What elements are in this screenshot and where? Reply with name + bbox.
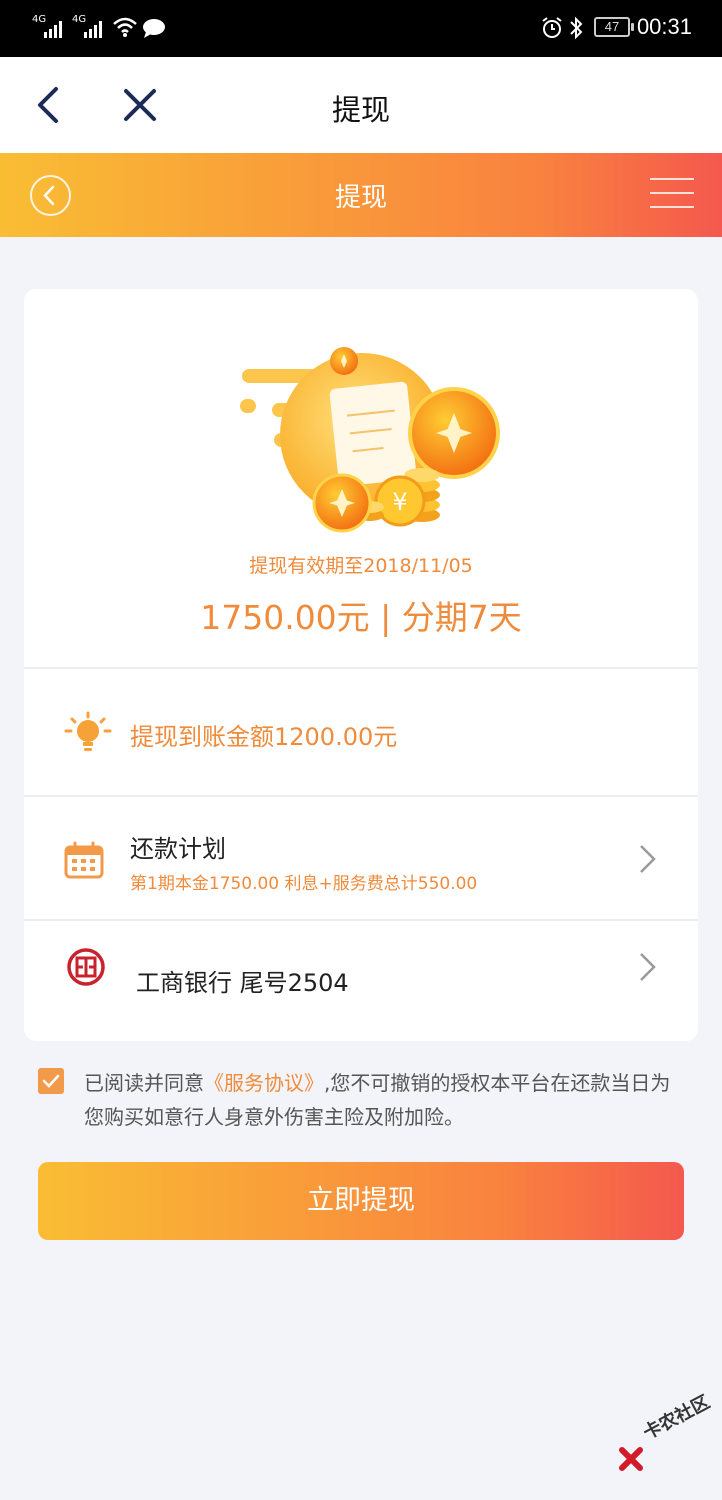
repayment-plan-title: 还款计划: [130, 835, 226, 863]
lightbulb-icon: [64, 711, 112, 751]
signal-icon-2: [84, 21, 102, 38]
message-icon: [143, 19, 165, 38]
watermark-logo-icon: [619, 1447, 643, 1471]
bluetooth-icon: [570, 16, 583, 40]
coins-illustration-icon: ¥: [240, 347, 500, 533]
received-amount-text: 提现到账金额1200.00元: [130, 723, 398, 751]
wifi-icon: [113, 17, 137, 37]
calendar-icon: [64, 841, 104, 879]
clock: 00:31: [636, 14, 692, 39]
agreement-text: 已阅读并同意《服务协议》,您不可撤销的授权本平台在还款当日为您购买如意行人身意外…: [84, 1066, 684, 1134]
withdraw-card: ¥ 提现有效期至2018/11/05 1750.00元 | 分期7天 提现到账金…: [24, 289, 698, 1041]
page-header: 提现: [0, 153, 722, 237]
hero-section: ¥ 提现有效期至2018/11/05 1750.00元 | 分期7天: [24, 289, 698, 667]
nav-bar: 提现: [0, 57, 722, 153]
chevron-right-icon: [640, 845, 656, 873]
amount-text: 1750.00元 | 分期7天: [200, 598, 522, 637]
chevron-right-icon: [640, 953, 656, 981]
divider: [24, 667, 698, 669]
bank-card-row[interactable]: [24, 921, 698, 1041]
agreement-checkbox[interactable]: [38, 1068, 64, 1094]
service-agreement-link[interactable]: 《服务协议》: [204, 1071, 324, 1095]
repayment-plan-detail: 第1期本金1750.00 利息+服务费总计550.00: [130, 874, 478, 894]
battery-icon: 47: [594, 17, 634, 37]
alarm-icon: [542, 17, 562, 38]
status-bar: 4G 4G 47 00:31: [0, 0, 722, 57]
menu-icon[interactable]: [650, 178, 694, 212]
watermark: 卡农社区: [618, 1392, 718, 1482]
repayment-plan-row[interactable]: [24, 797, 698, 919]
withdraw-now-button[interactable]: 立即提现: [38, 1162, 684, 1240]
watermark-text: 卡农社区: [639, 1391, 714, 1445]
svg-text:¥: ¥: [392, 488, 407, 516]
signal-icon: [44, 21, 62, 38]
bank-account-text: 工商银行 尾号2504: [136, 969, 349, 997]
icbc-bank-logo-icon: [67, 948, 105, 986]
agreement-prefix: 已阅读并同意: [84, 1071, 204, 1095]
header-title: 提现: [334, 183, 387, 213]
check-icon: [42, 1074, 60, 1088]
validity-text: 提现有效期至2018/11/05: [249, 555, 473, 577]
nav-title: 提现: [331, 93, 390, 127]
